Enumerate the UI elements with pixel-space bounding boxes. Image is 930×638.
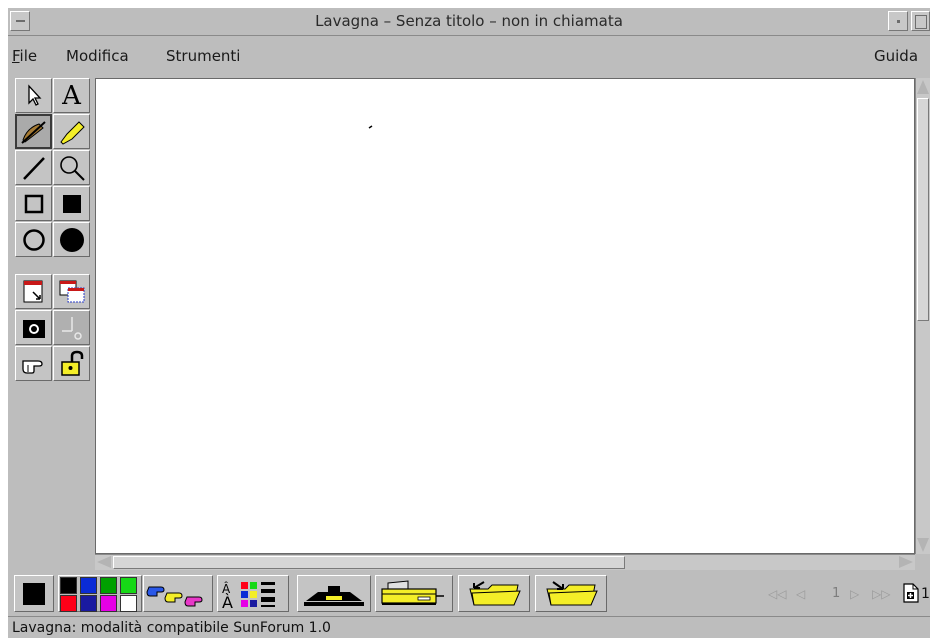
drawing-canvas[interactable] (95, 78, 915, 554)
text-tool[interactable]: A (53, 78, 90, 113)
open-folder-button[interactable] (458, 575, 530, 612)
text-style-button[interactable]: Â À (217, 575, 289, 612)
color-swatch-magenta[interactable] (100, 595, 117, 612)
zoom-tool[interactable] (53, 150, 90, 185)
pen-tool[interactable] (15, 114, 52, 149)
previous-page-icon[interactable]: ◁ (796, 587, 805, 601)
scroll-up-arrow[interactable] (917, 80, 929, 94)
menu-file[interactable]: File (12, 47, 37, 65)
print-button[interactable] (375, 575, 453, 612)
pen-icon (20, 120, 46, 144)
import-page-tool[interactable] (15, 274, 52, 309)
eraser-icon (304, 585, 364, 606)
menu-modifica[interactable]: Modifica (66, 47, 129, 65)
current-page-number: 1 (832, 586, 841, 601)
menu-file-label: ile (19, 47, 38, 65)
whiteboard-window: Lavagna – Senza titolo – non in chiamata… (8, 8, 930, 638)
lock-tool[interactable] (53, 346, 90, 381)
highlighter-icon (59, 120, 85, 145)
pointing-hand-icon (21, 359, 43, 374)
text-icon: A (62, 80, 81, 111)
page-navigation: ◁◁ ◁ 1 ▷ ▷▷ 1 (768, 582, 930, 606)
color-swatch-black[interactable] (60, 577, 77, 594)
next-page-icon[interactable]: ▷ (850, 587, 859, 601)
color-swatch-dark-blue[interactable] (80, 595, 97, 612)
rectangle-filled-tool[interactable] (53, 186, 90, 221)
horizontal-scroll-thumb[interactable] (113, 556, 625, 569)
color-swatch-light-green[interactable] (120, 577, 137, 594)
color-swatch-blue[interactable] (80, 577, 97, 594)
status-bar: Lavagna: modalità compatibile SunForum 1… (8, 616, 930, 638)
camera-tool[interactable] (15, 310, 52, 345)
current-color-button[interactable] (14, 575, 54, 612)
highlighter-tool[interactable] (53, 114, 90, 149)
menu-strumenti[interactable]: Strumenti (166, 47, 240, 65)
minimize-button[interactable] (888, 11, 908, 31)
rectangle-outline-icon (24, 194, 43, 213)
vertical-scrollbar[interactable] (915, 78, 930, 554)
scroll-down-arrow[interactable] (917, 538, 929, 552)
lock-icon (60, 350, 83, 376)
title-bar[interactable]: Lavagna – Senza titolo – non in chiamata (8, 8, 930, 36)
color-swatch-white[interactable] (120, 595, 137, 612)
ellipse-filled-tool[interactable] (53, 222, 90, 257)
arrow-pointer-icon (27, 83, 41, 106)
pointer-grid-icon (61, 316, 82, 340)
line-tool[interactable] (15, 150, 52, 185)
ink-dot (368, 125, 373, 129)
circle-outline-icon (22, 228, 45, 251)
document-arrow-icon (23, 280, 42, 302)
pointer-colors-button[interactable] (143, 575, 213, 612)
bottom-toolbar: Â À ◁◁ ◁ 1 ▷ ▷▷ 1 (8, 572, 930, 616)
menu-bar: File Modifica Strumenti Guida (8, 37, 930, 73)
scroll-left-arrow[interactable] (97, 556, 111, 568)
menu-file-mnemonic: F (12, 47, 20, 65)
new-page-icon[interactable] (903, 583, 919, 603)
select-tool[interactable] (15, 78, 52, 113)
total-pages: 1 (921, 586, 930, 602)
svg-text:À: À (222, 593, 233, 610)
folder-save-icon (546, 580, 598, 605)
tool-palette: A (15, 78, 91, 568)
clear-page-button[interactable] (297, 575, 371, 612)
text-style-icon: Â À (222, 581, 275, 610)
circle-filled-icon (59, 227, 84, 252)
camera-icon (22, 319, 45, 338)
line-icon (22, 156, 45, 180)
folder-open-icon (469, 580, 521, 605)
menu-guida[interactable]: Guida (874, 47, 918, 65)
color-swatch-red[interactable] (60, 595, 77, 612)
printer-icon (381, 579, 444, 605)
copy-page-tool[interactable] (53, 274, 90, 309)
horizontal-scrollbar[interactable] (95, 554, 915, 570)
magnifier-icon (59, 155, 85, 181)
window-title: Lavagna – Senza titolo – non in chiamata (315, 12, 623, 30)
scroll-right-arrow[interactable] (899, 556, 913, 568)
current-color-swatch (23, 582, 45, 605)
color-palette (58, 575, 142, 612)
ellipse-outline-tool[interactable] (15, 222, 52, 257)
colored-hands-icon (146, 586, 203, 606)
vertical-scroll-thumb[interactable] (917, 98, 929, 321)
copy-page-icon (59, 280, 84, 302)
last-page-icon[interactable]: ▷▷ (872, 587, 890, 601)
color-swatch-green[interactable] (100, 577, 117, 594)
pointer-grid-tool[interactable] (53, 310, 90, 345)
rectangle-outline-tool[interactable] (15, 186, 52, 221)
maximize-button[interactable] (911, 11, 930, 31)
first-page-icon[interactable]: ◁◁ (768, 587, 786, 601)
status-text: Lavagna: modalità compatibile SunForum 1… (12, 620, 331, 636)
rectangle-filled-icon (62, 194, 81, 213)
save-folder-button[interactable] (535, 575, 607, 612)
pointing-hand-tool[interactable] (15, 346, 52, 381)
